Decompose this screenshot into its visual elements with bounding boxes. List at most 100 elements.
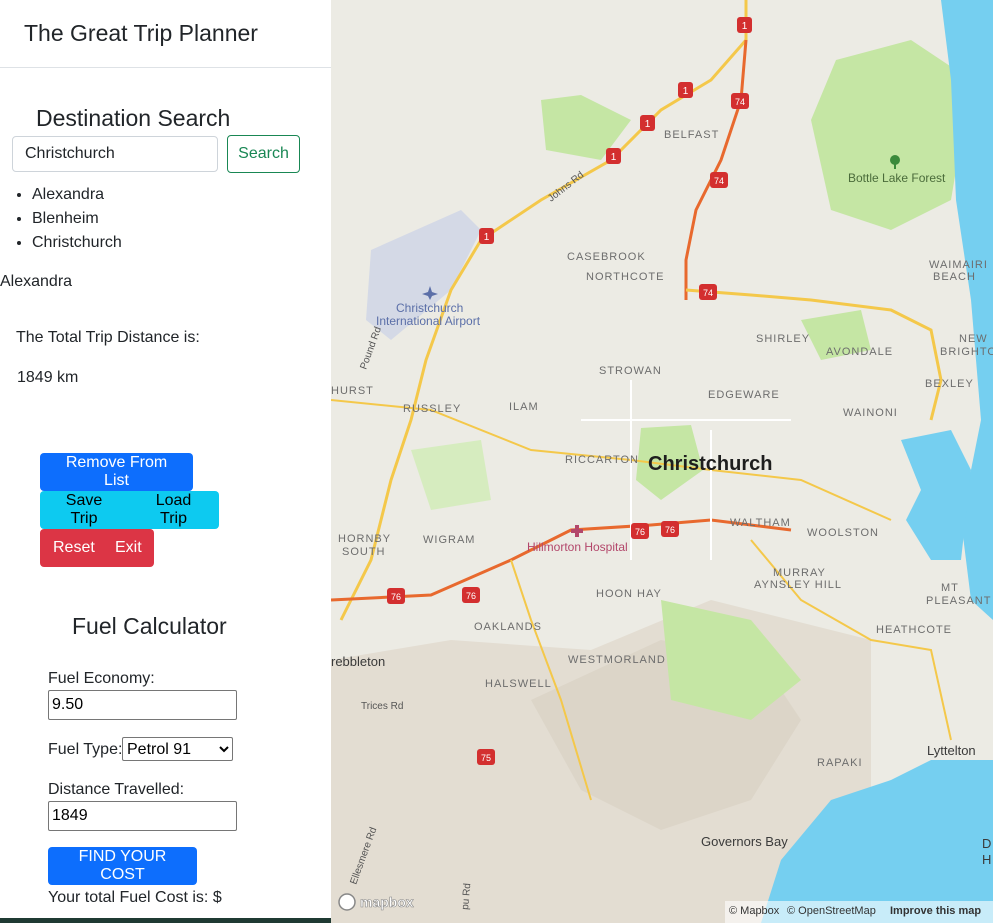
fuel-type-label: Fuel Type: xyxy=(48,741,123,758)
svg-text:1: 1 xyxy=(611,152,617,163)
map-label-pleasant: PLEASANT xyxy=(926,595,991,607)
map-label-bottle-lake-forest: Bottle Lake Forest xyxy=(848,171,946,185)
title-divider xyxy=(0,67,331,68)
destination-search-input[interactable] xyxy=(12,136,218,172)
map-label-russley: RUSSLEY xyxy=(403,403,461,415)
map-label-diamond-harbour: D xyxy=(982,836,991,851)
map-label-oaklands: OAKLANDS xyxy=(474,621,542,633)
svg-text:74: 74 xyxy=(714,176,724,186)
map-label-airport-name: Christchurch xyxy=(396,301,463,315)
svg-text:74: 74 xyxy=(703,288,713,298)
highway-shield-76: 76 xyxy=(462,587,480,603)
improve-map-link[interactable]: Improve this map xyxy=(890,905,981,917)
save-trip-button[interactable]: Save Trip xyxy=(40,491,128,529)
svg-text:1: 1 xyxy=(683,86,689,97)
highway-shield-1: 1 xyxy=(737,17,752,33)
find-your-cost-button[interactable]: FIND YOUR COST xyxy=(48,847,197,885)
total-distance-label: The Total Trip Distance is: xyxy=(16,329,200,346)
highway-shield-76: 76 xyxy=(661,521,679,537)
highway-shield-1: 1 xyxy=(678,82,693,98)
map-label-rapaki: RAPAKI xyxy=(817,757,863,769)
search-button[interactable]: Search xyxy=(227,135,300,173)
map-label-templeton: rebbleton xyxy=(331,654,385,669)
distance-travelled-input[interactable] xyxy=(48,801,237,831)
map-label-wigram: WIGRAM xyxy=(423,534,475,546)
map-label-northcote: NORTHCOTE xyxy=(586,271,664,283)
map-canvas[interactable]: 1 1 1 1 1 74 74 74 76 76 76 76 75 BELFAS… xyxy=(331,0,993,923)
fuel-economy-label: Fuel Economy: xyxy=(48,670,155,687)
map-label-westmorland: WESTMORLAND xyxy=(568,654,666,666)
map-label-waimairi: WAIMAIRI xyxy=(929,259,988,271)
map-label-avondale: AVONDALE xyxy=(826,346,893,358)
map-label-halswell: HALSWELL xyxy=(485,678,552,690)
mapbox-attribution-link[interactable]: © Mapbox xyxy=(729,905,780,917)
map-label-hurst: HURST xyxy=(331,385,374,397)
fuel-calculator-heading: Fuel Calculator xyxy=(72,613,227,639)
svg-text:75: 75 xyxy=(481,753,491,763)
map-label-beach: BEACH xyxy=(933,271,976,283)
map-label-shirley: SHIRLEY xyxy=(756,333,810,345)
destination-results-list: Alexandra Blenheim Christchurch xyxy=(12,183,122,255)
svg-text:76: 76 xyxy=(665,525,675,535)
map-label-mt: MT xyxy=(941,582,959,594)
mapbox-logo[interactable]: mapbox xyxy=(338,893,414,911)
map-view[interactable]: 1 1 1 1 1 74 74 74 76 76 76 76 75 BELFAS… xyxy=(331,0,993,923)
highway-shield-1: 1 xyxy=(640,115,655,131)
app-title: The Great Trip Planner xyxy=(24,20,258,46)
highway-shield-75: 75 xyxy=(477,749,495,765)
destination-search-heading: Destination Search xyxy=(36,105,231,131)
fuel-economy-input[interactable] xyxy=(48,690,237,720)
road-label-trices-rd: Trices Rd xyxy=(361,701,403,712)
exit-button[interactable]: Exit xyxy=(102,529,154,567)
map-label-brighton: BRIGHTO xyxy=(940,346,993,358)
map-label-belfast: BELFAST xyxy=(664,129,719,141)
map-label-woolston: WOOLSTON xyxy=(807,527,879,539)
map-label-strowan: STROWAN xyxy=(599,365,662,377)
highway-shield-1: 1 xyxy=(606,148,621,164)
map-label-christchurch: Christchurch xyxy=(648,453,772,475)
destination-result-item[interactable]: Blenheim xyxy=(32,207,122,231)
fuel-type-select[interactable]: Petrol 91 xyxy=(122,737,233,761)
map-label-edge: H xyxy=(982,852,991,867)
svg-text:76: 76 xyxy=(466,591,476,601)
svg-text:mapbox: mapbox xyxy=(360,894,414,910)
map-label-airport-subtitle: International Airport xyxy=(376,314,481,328)
map-label-heathcote: HEATHCOTE xyxy=(876,624,952,636)
highway-shield-74: 74 xyxy=(731,93,749,109)
map-label-ilam: ILAM xyxy=(509,401,539,413)
map-label-bexley: BEXLEY xyxy=(925,378,974,390)
map-label-hornby-south: SOUTH xyxy=(342,546,386,558)
destination-result-item[interactable]: Christchurch xyxy=(32,231,122,255)
load-trip-button[interactable]: Load Trip xyxy=(128,491,219,529)
map-label-riccarton: RICCARTON xyxy=(565,454,639,466)
selected-destination[interactable]: Alexandra xyxy=(0,273,72,291)
distance-travelled-label: Distance Travelled: xyxy=(48,781,185,798)
svg-text:1: 1 xyxy=(742,21,748,32)
remove-from-list-button[interactable]: Remove From List xyxy=(40,453,193,491)
osm-attribution-link[interactable]: © OpenStreetMap xyxy=(787,905,876,917)
svg-text:1: 1 xyxy=(645,119,651,130)
map-label-wainoni: WAINONI xyxy=(843,407,898,419)
map-label-edgeware: EDGEWARE xyxy=(708,389,780,401)
page-bottom-bar xyxy=(0,918,331,923)
reset-button[interactable]: Reset xyxy=(40,529,102,567)
map-label-hornby: HORNBY xyxy=(338,533,391,545)
map-label-lyttelton: Lyttelton xyxy=(927,743,976,758)
svg-text:1: 1 xyxy=(484,232,490,243)
map-label-aynsley-hill: AYNSLEY HILL xyxy=(754,579,842,591)
bottle-lake-forest-park xyxy=(811,40,971,230)
map-label-hillmorton-hospital: Hillmorton Hospital xyxy=(527,540,628,554)
highway-shield-76: 76 xyxy=(387,588,405,604)
destination-result-item[interactable]: Alexandra xyxy=(32,183,122,207)
fuel-cost-result: Your total Fuel Cost is: $ xyxy=(48,889,222,906)
total-distance-value: 1849 km xyxy=(17,369,79,386)
highway-shield-74: 74 xyxy=(699,284,717,300)
svg-text:76: 76 xyxy=(391,592,401,602)
svg-text:74: 74 xyxy=(735,97,745,107)
map-label-waltham: WALTHAM xyxy=(730,517,791,529)
highway-shield-74: 74 xyxy=(710,172,728,188)
sidebar: The Great Trip Planner Destination Searc… xyxy=(0,0,331,923)
map-label-governors-bay: Governors Bay xyxy=(701,834,788,849)
map-label-new: NEW xyxy=(959,333,988,345)
map-label-murray: MURRAY xyxy=(773,567,826,579)
